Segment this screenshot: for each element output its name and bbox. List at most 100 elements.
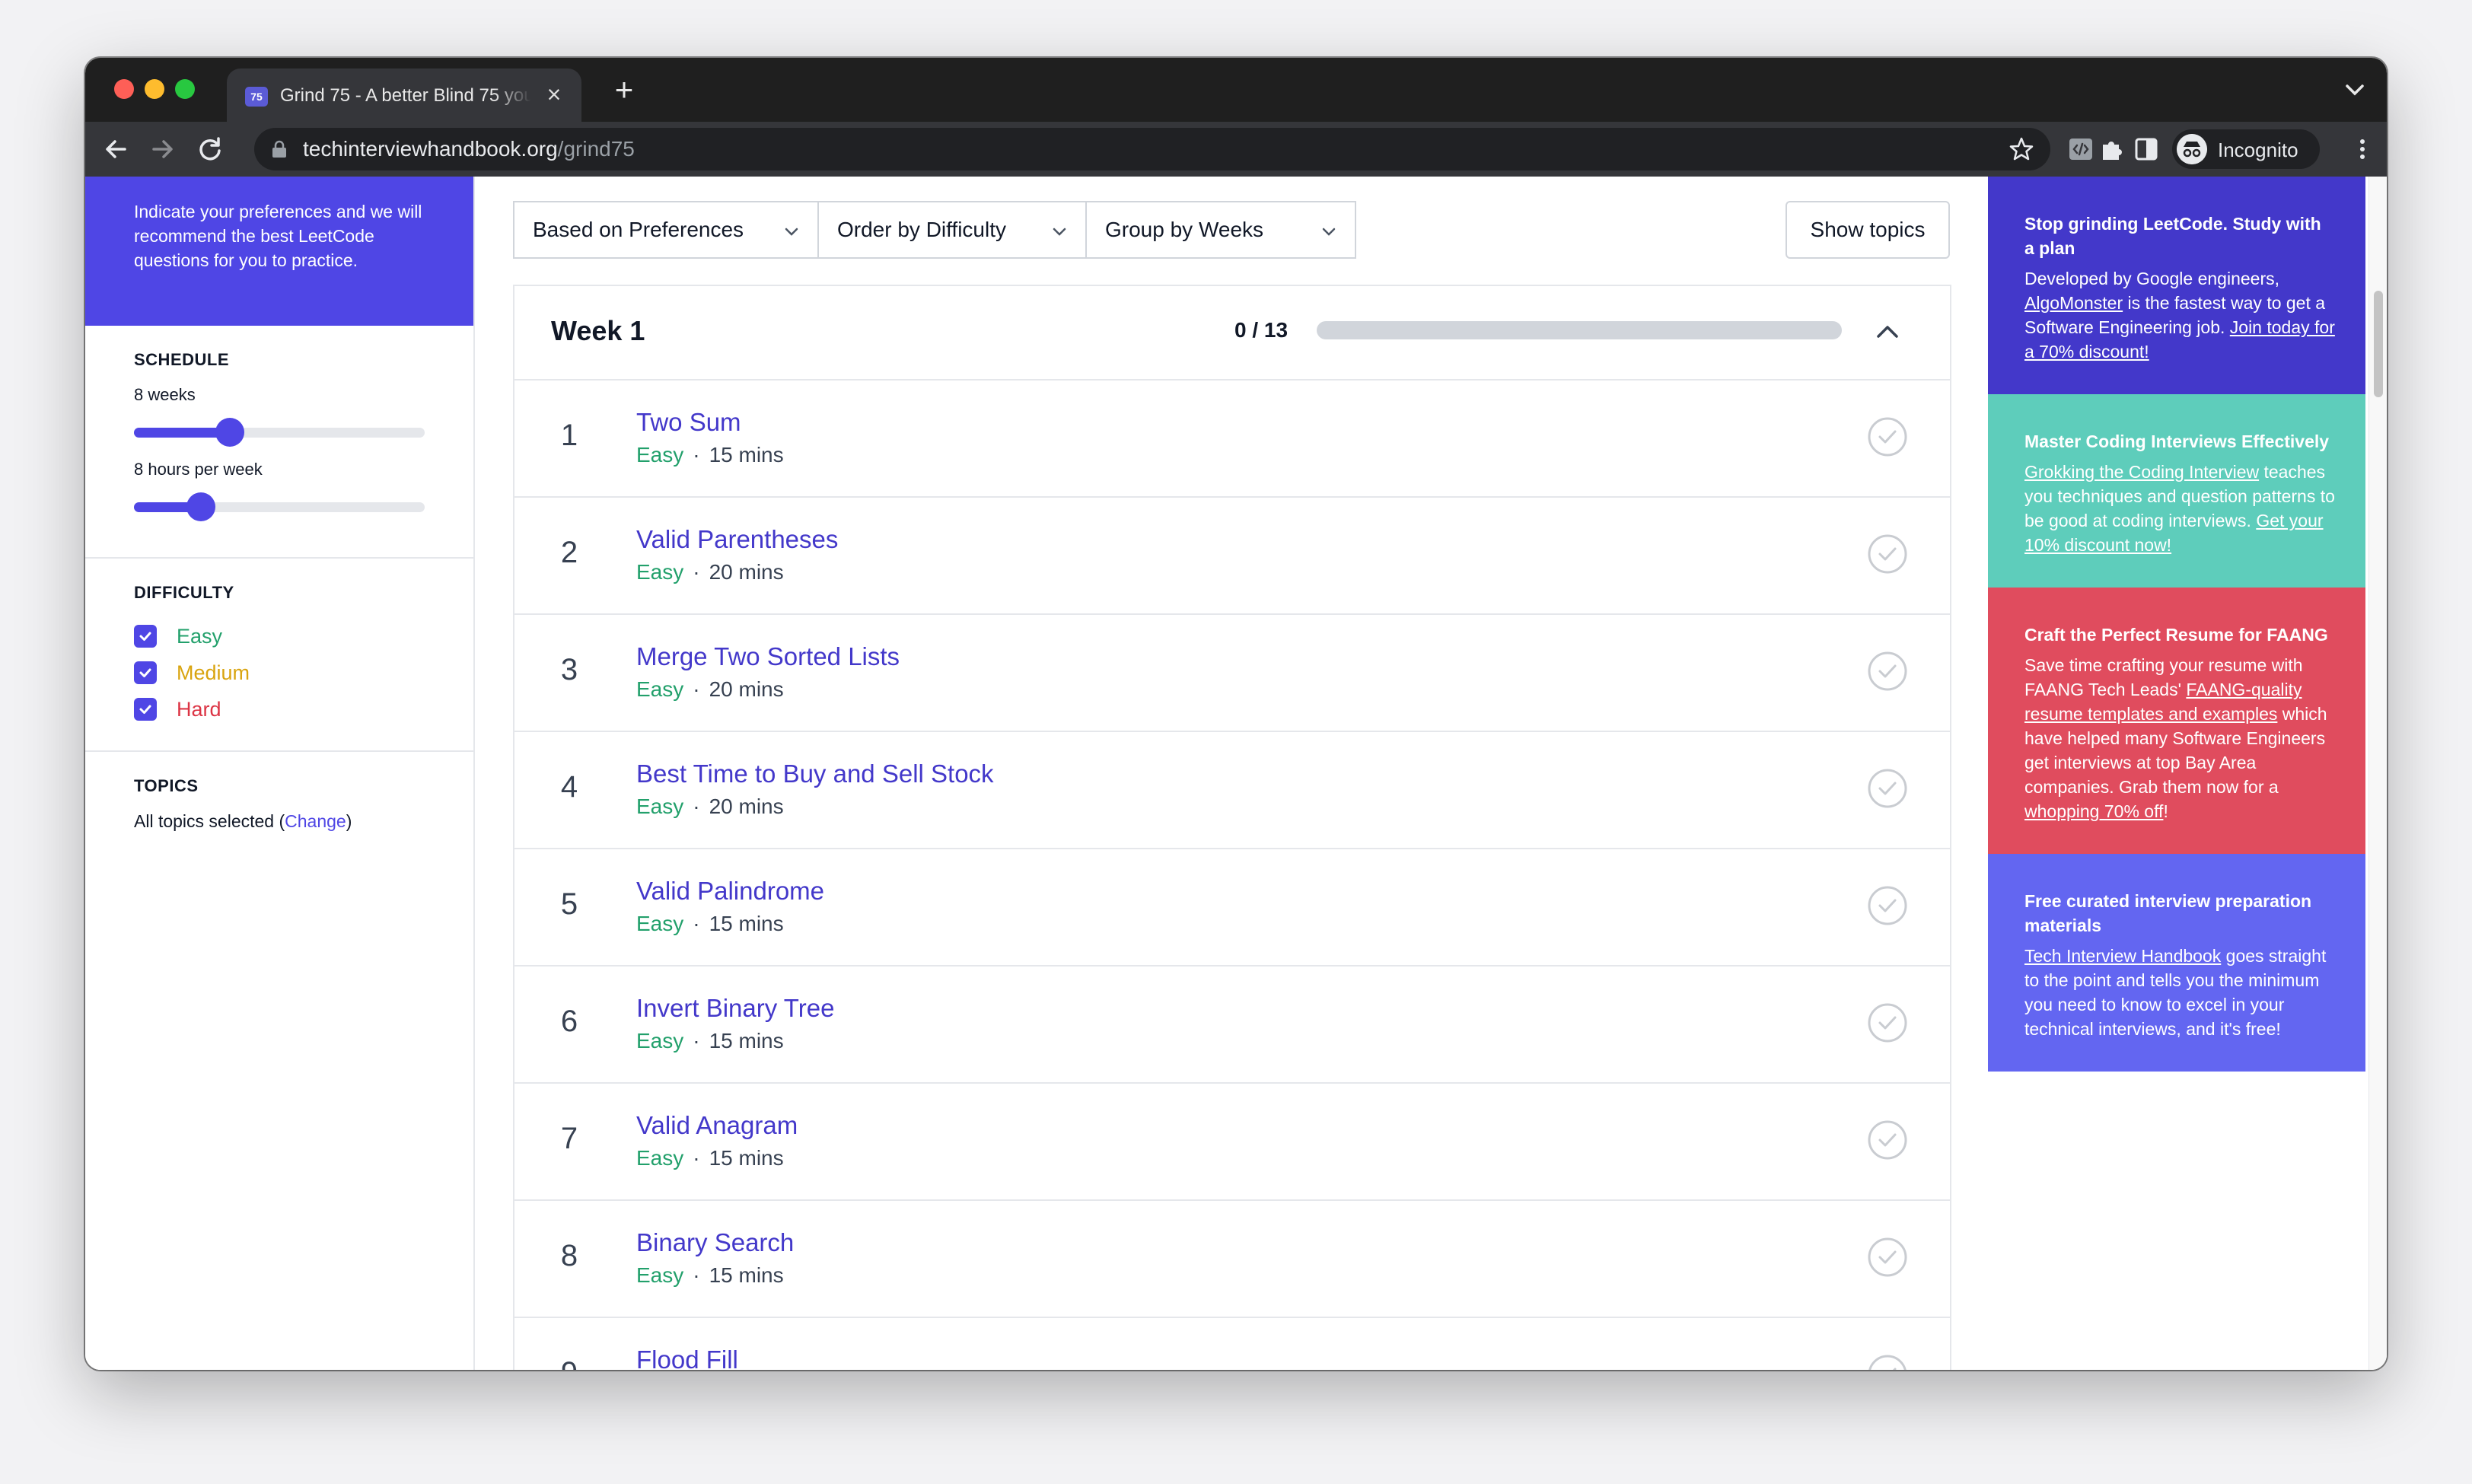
schedule-heading: SCHEDULE (134, 350, 230, 369)
question-meta: Easy · 15 mins (636, 1263, 784, 1288)
ad-title: Craft the Perfect Resume for FAANG (2024, 625, 2328, 645)
ad-text: Developed by Google engineers, (2024, 269, 2280, 288)
new-tab-button[interactable]: + (607, 73, 641, 107)
meta-separator: · (693, 1146, 700, 1170)
mark-complete-check-icon[interactable] (1866, 1119, 1909, 1161)
checkbox-checked-icon[interactable] (134, 661, 157, 684)
question-number: 5 (560, 887, 578, 921)
question-row: 8 Binary Search Easy · 15 mins (514, 1201, 1950, 1318)
question-number: 8 (560, 1239, 578, 1272)
checkbox-checked-icon[interactable] (134, 625, 157, 648)
show-topics-button[interactable]: Show topics (1786, 201, 1950, 259)
meta-separator: · (693, 443, 700, 467)
side-panel-icon[interactable] (2130, 132, 2163, 166)
sponsor-ad-card[interactable]: Master Coding Interviews Effectively Grok… (1988, 394, 2365, 588)
question-title-link[interactable]: Valid Anagram (636, 1111, 798, 1140)
minimize-window-button[interactable] (145, 79, 164, 99)
browser-menu-icon[interactable] (2346, 132, 2379, 166)
back-arrow-icon[interactable] (99, 132, 132, 166)
bookmark-star-icon[interactable] (2008, 135, 2035, 163)
mark-complete-check-icon[interactable] (1866, 650, 1909, 693)
chevron-up-icon[interactable] (1871, 315, 1904, 349)
sponsor-ad-card[interactable]: Craft the Perfect Resume for FAANG Save t… (1988, 588, 2365, 854)
question-difficulty: Easy (636, 560, 684, 584)
question-number: 3 (560, 653, 578, 686)
difficulty-option-easy[interactable]: Easy (134, 618, 451, 654)
chevron-down-icon (1322, 228, 1336, 236)
scrollbar-thumb[interactable] (2374, 291, 2383, 397)
lock-icon (272, 140, 286, 158)
page-content: Indicate your preferences and we will re… (85, 177, 2387, 1370)
question-meta: Easy · 15 mins (636, 1029, 784, 1053)
order-select[interactable]: Order by Difficulty (817, 201, 1087, 259)
meta-separator: · (693, 795, 700, 818)
hours-label: 8 hours per week (134, 460, 263, 479)
mark-complete-check-icon[interactable] (1866, 416, 1909, 458)
question-row: 4 Best Time to Buy and Sell Stock Easy · 20 … (514, 732, 1950, 849)
weeks-slider[interactable] (134, 416, 425, 447)
question-row: 1 Two Sum Easy · 15 mins (514, 381, 1950, 498)
sponsor-ad-card[interactable]: Stop grinding LeetCode. Study with a pla… (1988, 177, 2365, 394)
question-meta: Easy · 20 mins (636, 795, 784, 819)
slider-thumb[interactable] (215, 418, 245, 447)
address-bar[interactable]: techinterviewhandbook.org/grind75 (254, 128, 2050, 170)
schedule-section: SCHEDULE 8 weeks 8 hours per week (85, 326, 473, 559)
ad-text: ! (2163, 801, 2168, 821)
ad-link[interactable]: Grokking the Coding Interview (2024, 462, 2259, 482)
question-time: 20 mins (709, 795, 784, 818)
maximize-window-button[interactable] (175, 79, 195, 99)
question-title-link[interactable]: Invert Binary Tree (636, 994, 834, 1023)
question-list: Week 1 0 / 13 1 Two Sum Easy · 15 mins 2 Valid… (513, 285, 1951, 1370)
change-topics-link[interactable]: Change (285, 811, 346, 831)
question-title-link[interactable]: Two Sum (636, 408, 741, 437)
devtools-extension-icon[interactable] (2064, 132, 2098, 166)
ad-title: Master Coding Interviews Effectively (2024, 432, 2330, 451)
mark-complete-check-icon[interactable] (1866, 533, 1909, 575)
question-rows: 1 Two Sum Easy · 15 mins 2 Valid Parentheses Ea… (514, 381, 1950, 1370)
url-text: techinterviewhandbook.org/grind75 (303, 137, 635, 161)
question-title-link[interactable]: Best Time to Buy and Sell Stock (636, 760, 994, 788)
chevron-down-icon (1053, 228, 1066, 236)
close-window-button[interactable] (114, 79, 134, 99)
mark-complete-check-icon[interactable] (1866, 884, 1909, 927)
reload-icon[interactable] (193, 132, 227, 166)
incognito-profile-button[interactable]: Incognito (2172, 129, 2320, 169)
tab-close-icon[interactable]: × (540, 81, 568, 108)
ad-link[interactable]: Tech Interview Handbook (2024, 946, 2221, 966)
difficulty-option-medium[interactable]: Medium (134, 654, 451, 691)
question-title-link[interactable]: Valid Palindrome (636, 877, 824, 906)
week-progress-count: 0 / 13 (1234, 318, 1289, 342)
difficulty-option-hard[interactable]: Hard (134, 691, 451, 728)
week-header[interactable]: Week 1 0 / 13 (514, 286, 1950, 381)
extensions-puzzle-icon[interactable] (2096, 132, 2130, 166)
mark-complete-check-icon[interactable] (1866, 767, 1909, 810)
url-host: techinterviewhandbook.org (303, 137, 558, 161)
preference-select[interactable]: Based on Preferences (513, 201, 819, 259)
order-select-value: Order by Difficulty (837, 218, 1006, 241)
ad-link[interactable]: AlgoMonster (2024, 293, 2123, 313)
preferences-sidebar: Indicate your preferences and we will re… (85, 177, 475, 1370)
url-path: /grind75 (557, 137, 635, 161)
page-scrollbar[interactable] (2368, 177, 2387, 1370)
hours-slider[interactable] (134, 490, 425, 521)
sponsor-ad-card[interactable]: Free curated interview preparation mater… (1988, 854, 2365, 1072)
browser-tab[interactable]: 75 Grind 75 - A better Blind 75 you can … (227, 68, 581, 122)
checkbox-checked-icon[interactable] (134, 698, 157, 721)
forward-arrow-icon[interactable] (146, 132, 180, 166)
question-difficulty: Easy (636, 1263, 684, 1287)
tab-search-chevron-icon[interactable] (2340, 75, 2370, 105)
mark-complete-check-icon[interactable] (1866, 1353, 1909, 1370)
question-row: 6 Invert Binary Tree Easy · 15 mins (514, 967, 1950, 1084)
question-number: 4 (560, 770, 578, 804)
ad-link[interactable]: whopping 70% off (2024, 801, 2163, 821)
question-title-link[interactable]: Flood Fill (636, 1345, 738, 1370)
question-title-link[interactable]: Binary Search (636, 1228, 794, 1257)
mark-complete-check-icon[interactable] (1866, 1236, 1909, 1279)
mark-complete-check-icon[interactable] (1866, 1002, 1909, 1044)
slider-thumb[interactable] (186, 492, 215, 521)
group-select[interactable]: Group by Weeks (1085, 201, 1356, 259)
question-title-link[interactable]: Merge Two Sorted Lists (636, 642, 900, 671)
meta-separator: · (693, 912, 700, 935)
question-title-link[interactable]: Valid Parentheses (636, 525, 838, 554)
question-number: 9 (545, 1356, 594, 1370)
